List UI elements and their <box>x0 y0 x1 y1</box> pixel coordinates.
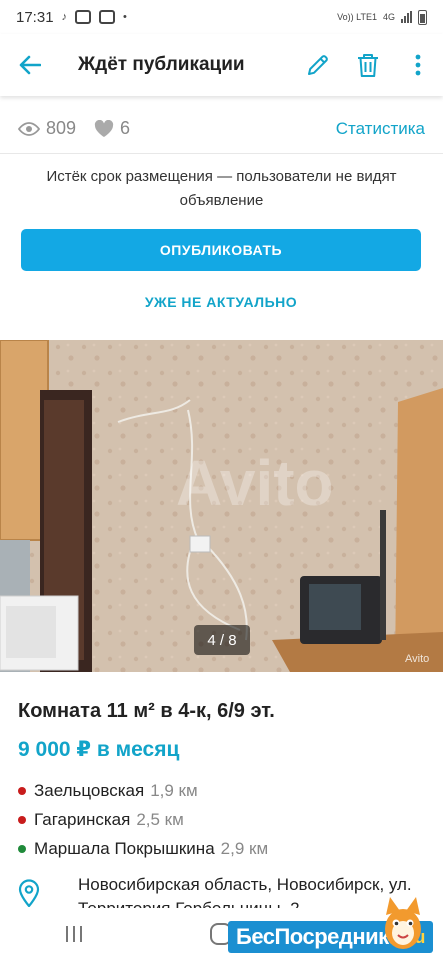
stats-row: 809 6 Статистика <box>0 104 443 154</box>
favorites-stat: 6 <box>94 118 130 139</box>
listing-title: Комната 11 м² в 4-к, 6/9 эт. <box>18 700 275 722</box>
metro-line-icon <box>18 844 26 853</box>
fox-mascot-icon <box>385 897 421 949</box>
metro-station: Заельцовская <box>34 780 145 800</box>
metro-station: Маршала Покрышкина <box>34 838 215 858</box>
location-pin-icon <box>18 879 40 908</box>
notification-mail-icon <box>99 10 116 24</box>
listing-price: 9 000 ₽ в месяц <box>18 738 180 761</box>
metro-distance: 2,9 км <box>220 838 269 858</box>
views-stat: 809 <box>18 118 76 139</box>
metro-list: Заельцовская 1,9 км Гагаринская 2,5 км М… <box>18 776 428 863</box>
statistics-link[interactable]: Статистика <box>336 119 425 139</box>
back-button[interactable] <box>0 34 60 96</box>
photo-small-watermark: Avito <box>405 653 429 665</box>
volte-indicator: Vo)) LTE1 <box>337 12 377 22</box>
tiktok-icon: ♪ <box>61 11 68 23</box>
metro-item: Гагаринская 2,5 км <box>18 805 428 834</box>
dot-icon: • <box>123 11 127 23</box>
delete-button[interactable] <box>343 34 393 96</box>
arrow-left-icon <box>19 55 41 75</box>
publish-button[interactable]: ОПУБЛИКОВАТЬ <box>21 229 421 271</box>
favorites-count: 6 <box>120 118 131 138</box>
photo-watermark: Avito <box>176 447 334 519</box>
metro-station: Гагаринская <box>34 809 131 829</box>
listing-photo[interactable]: Avito Avito <box>0 340 443 672</box>
metro-line-icon <box>18 786 26 795</box>
app-header: Ждёт публикации <box>0 34 443 96</box>
status-time: 17:31 <box>16 8 54 26</box>
trash-icon <box>358 54 378 77</box>
eye-icon <box>18 121 40 136</box>
metro-item: Маршала Покрышкина 2,9 км <box>18 834 428 863</box>
heart-icon <box>94 119 114 137</box>
pencil-icon <box>308 55 328 75</box>
edit-button[interactable] <box>293 34 343 96</box>
network-indicator: 4G <box>382 12 395 22</box>
views-count: 809 <box>46 118 77 138</box>
room-photo-illustration: Avito Avito <box>0 340 443 672</box>
more-vert-icon <box>415 54 421 76</box>
metro-line-icon <box>18 815 26 824</box>
expired-notice: Истёк срок размещения — пользователи не … <box>46 168 397 209</box>
recents-button[interactable] <box>44 914 104 954</box>
page-title: Ждёт публикации <box>78 54 245 75</box>
metro-distance: 1,9 км <box>150 780 198 800</box>
battery-icon <box>418 9 427 25</box>
recents-icon <box>65 926 82 942</box>
notification-app-icon <box>75 10 92 24</box>
not-relevant-button[interactable]: УЖЕ НЕ АКТУАЛЬНО <box>21 285 421 319</box>
photo-counter: 4 / 8 <box>194 625 250 655</box>
watermark-brand: БесПосредника <box>236 924 401 949</box>
site-watermark: БесПосредника .ru <box>222 897 443 960</box>
status-bar: 17:31 ♪ • Vo)) LTE1 4G <box>0 0 443 34</box>
metro-distance: 2,5 км <box>136 809 184 829</box>
signal-icon <box>401 11 412 23</box>
metro-item: Заельцовская 1,9 км <box>18 776 428 805</box>
more-button[interactable] <box>393 34 443 96</box>
